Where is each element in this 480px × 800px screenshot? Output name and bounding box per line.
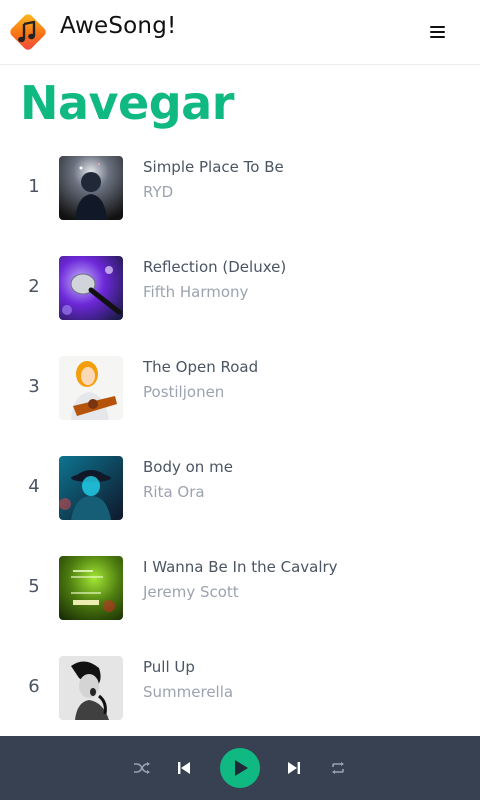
track-title: Body on me bbox=[143, 458, 233, 476]
track-title: Pull Up bbox=[143, 658, 195, 676]
music-note-icon[interactable] bbox=[8, 12, 48, 52]
album-cover[interactable] bbox=[59, 356, 123, 420]
album-cover[interactable] bbox=[59, 556, 123, 620]
album-cover[interactable] bbox=[59, 656, 123, 720]
track-number: 4 bbox=[28, 476, 40, 497]
play-icon bbox=[235, 760, 248, 776]
previous-icon[interactable] bbox=[177, 760, 191, 776]
track-row[interactable]: 6 Pull Up Summerella bbox=[0, 640, 480, 740]
hamburger-menu-icon[interactable] bbox=[426, 22, 450, 42]
track-row[interactable]: 4 Body on me Rita Ora bbox=[0, 440, 480, 540]
top-bar: AweSong! bbox=[0, 0, 480, 65]
track-number: 3 bbox=[28, 376, 40, 397]
page-title: Navegar bbox=[20, 76, 234, 130]
track-number: 6 bbox=[28, 676, 40, 697]
track-artist[interactable]: Jeremy Scott bbox=[143, 583, 239, 601]
track-number: 1 bbox=[28, 176, 40, 197]
track-row[interactable]: 2 Reflection (Deluxe) Fifth Harmony bbox=[0, 240, 480, 340]
track-title: Simple Place To Be bbox=[143, 158, 284, 176]
player-bar bbox=[0, 736, 480, 800]
track-row[interactable]: 3 The Open Road Postiljonen bbox=[0, 340, 480, 440]
app-name[interactable]: AweSong! bbox=[60, 13, 176, 39]
track-title: The Open Road bbox=[143, 358, 259, 376]
album-cover[interactable] bbox=[59, 156, 123, 220]
track-artist[interactable]: Rita Ora bbox=[143, 483, 205, 501]
track-title: I Wanna Be In the Cavalry bbox=[143, 558, 338, 576]
track-row[interactable]: 5 I Wanna Be In the Cavalry Jeremy Scott bbox=[0, 540, 480, 640]
track-title: Reflection (Deluxe) bbox=[143, 258, 287, 276]
shuffle-icon[interactable] bbox=[133, 760, 151, 776]
track-artist[interactable]: Summerella bbox=[143, 683, 233, 701]
album-cover[interactable] bbox=[59, 456, 123, 520]
track-row[interactable]: 1 Simple Place To Be RYD bbox=[0, 140, 480, 240]
play-button[interactable] bbox=[220, 748, 260, 788]
track-artist[interactable]: RYD bbox=[143, 183, 173, 201]
album-cover[interactable] bbox=[59, 256, 123, 320]
track-artist[interactable]: Postiljonen bbox=[143, 383, 224, 401]
next-icon[interactable] bbox=[287, 760, 301, 776]
track-artist[interactable]: Fifth Harmony bbox=[143, 283, 248, 301]
repeat-icon[interactable] bbox=[330, 760, 346, 776]
track-number: 2 bbox=[28, 276, 40, 297]
track-number: 5 bbox=[28, 576, 40, 597]
